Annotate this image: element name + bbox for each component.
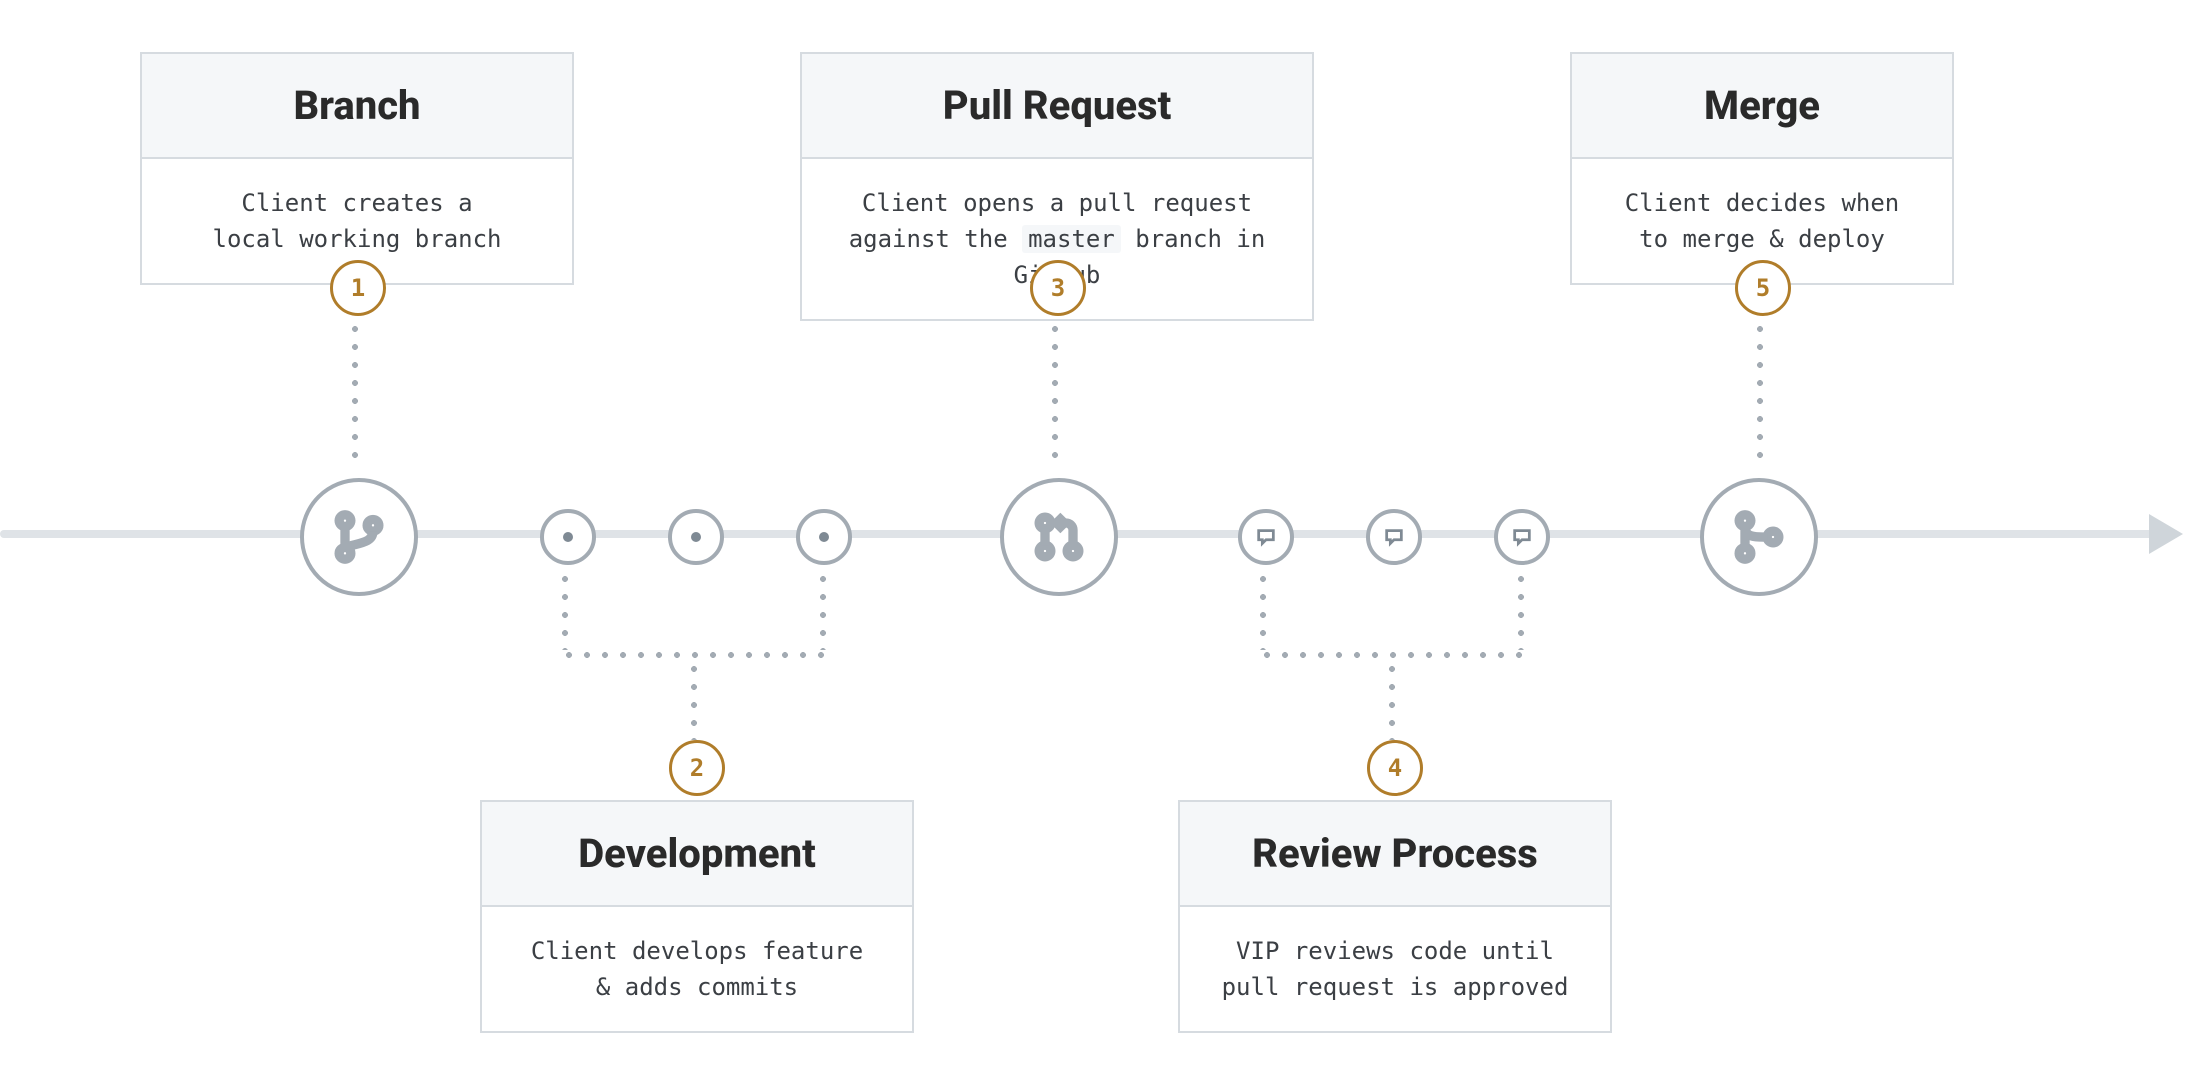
comment-icon: [1494, 509, 1550, 565]
connector: [350, 320, 360, 470]
card-body: VIP reviews code until pull request is a…: [1180, 907, 1610, 1031]
step-badge-3: 3: [1030, 260, 1086, 316]
connector: [1516, 570, 1526, 650]
card-title: Branch: [142, 54, 572, 159]
card-title: Merge: [1572, 54, 1952, 159]
arrowhead-icon: [2149, 514, 2183, 554]
git-merge-icon: [1700, 478, 1818, 596]
step-badge-5: 5: [1735, 260, 1791, 316]
step-badge-1: 1: [330, 260, 386, 316]
pull-request-icon: [1000, 478, 1118, 596]
connector: [1387, 660, 1397, 740]
connector: [1755, 320, 1765, 470]
connector: [818, 570, 828, 650]
connector: [560, 650, 828, 660]
card-title: Review Process: [1180, 802, 1610, 907]
connector: [689, 660, 699, 740]
step-card-review-process: Review Process VIP reviews code until pu…: [1178, 800, 1612, 1033]
git-branch-icon: [300, 478, 418, 596]
commit-dot-icon: [796, 509, 852, 565]
commit-dot-icon: [668, 509, 724, 565]
card-title: Pull Request: [802, 54, 1312, 159]
timeline-lead-dot: [18, 530, 26, 538]
timeline-lead-dot: [78, 530, 86, 538]
card-body: Client develops feature & adds commits: [482, 907, 912, 1031]
commit-dot-icon: [540, 509, 596, 565]
step-badge-4: 4: [1367, 740, 1423, 796]
step-card-branch: Branch Client creates a local working br…: [140, 52, 574, 285]
comment-icon: [1238, 509, 1294, 565]
connector: [1050, 320, 1060, 470]
card-title: Development: [482, 802, 912, 907]
timeline-lead-dot: [48, 530, 56, 538]
connector: [1258, 570, 1268, 650]
connector: [1258, 650, 1526, 660]
comment-icon: [1366, 509, 1422, 565]
code-literal: master: [1022, 225, 1121, 253]
step-card-development: Development Client develops feature & ad…: [480, 800, 914, 1033]
step-badge-2: 2: [669, 740, 725, 796]
connector: [560, 570, 570, 650]
step-card-merge: Merge Client decides when to merge & dep…: [1570, 52, 1954, 285]
